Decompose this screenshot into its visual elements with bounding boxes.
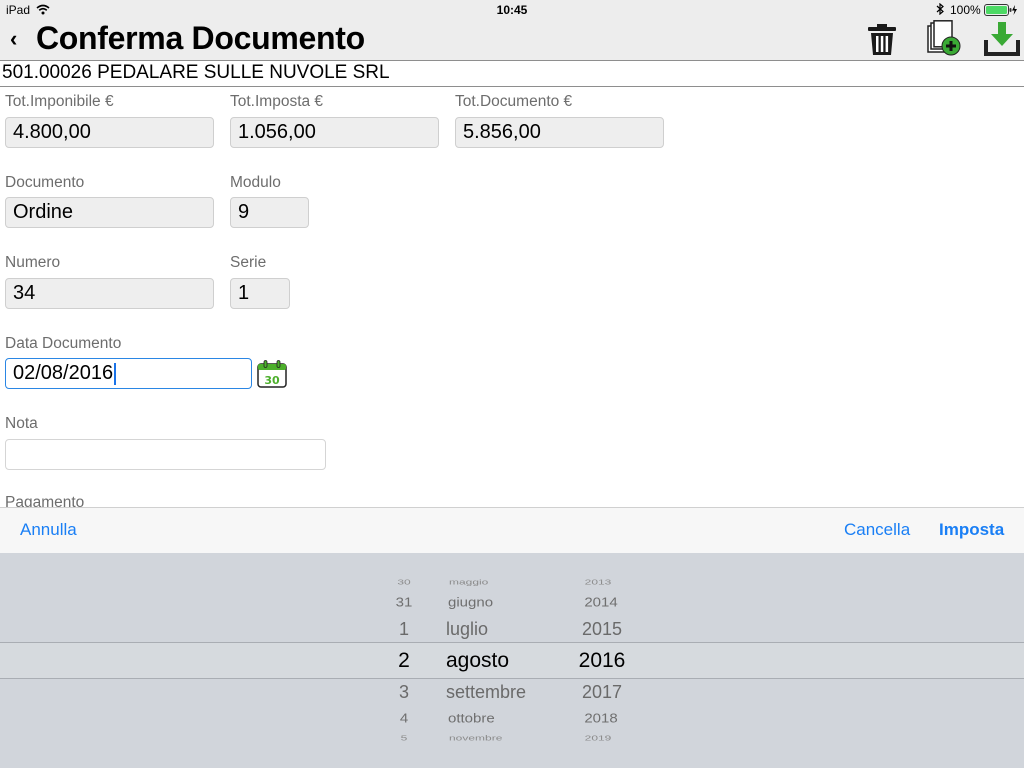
- imposta-button[interactable]: Imposta: [939, 520, 1004, 540]
- picker-year[interactable]: 2014: [561, 595, 641, 609]
- trash-button[interactable]: [864, 21, 900, 57]
- data-documento-field[interactable]: 02/08/2016: [5, 358, 252, 389]
- nota-field[interactable]: [5, 439, 326, 470]
- chevron-left-icon[interactable]: ‹: [10, 26, 17, 52]
- picker-day[interactable]: 31: [360, 595, 448, 609]
- serie-label: Serie: [230, 254, 267, 271]
- customer-row: 501.00026 PEDALARE SULLE NUVOLE SRL: [0, 61, 1024, 87]
- status-time: 10:45: [496, 3, 528, 17]
- add-document-button[interactable]: [924, 20, 964, 58]
- picker-month[interactable]: settembre: [446, 682, 556, 703]
- picker-day[interactable]: 3: [360, 682, 448, 703]
- add-document-icon: [927, 20, 961, 56]
- picker-year[interactable]: 2013: [558, 578, 638, 586]
- picker-day[interactable]: 5: [360, 734, 448, 742]
- picker-day[interactable]: 30: [360, 578, 448, 586]
- status-bar: iPad 10:45 100%: [0, 0, 1024, 20]
- download-button[interactable]: [982, 20, 1022, 58]
- trash-icon: [868, 24, 896, 55]
- annulla-button[interactable]: Annulla: [20, 520, 77, 540]
- picker-month-selected[interactable]: agosto: [446, 649, 556, 673]
- calendar-icon-text: 30: [264, 374, 280, 387]
- pagamento-label: Pagamento: [5, 494, 85, 507]
- text-caret: [114, 362, 117, 385]
- picker-day[interactable]: 4: [360, 711, 448, 725]
- picker-year[interactable]: 2019: [558, 734, 638, 742]
- bluetooth-icon: [936, 2, 945, 18]
- documento-label: Documento: [5, 174, 85, 191]
- modulo-label: Modulo: [230, 174, 281, 191]
- calendar-button[interactable]: 30: [257, 360, 287, 388]
- cancella-button[interactable]: Cancella: [844, 520, 910, 540]
- picker-day-selected[interactable]: 2: [360, 649, 448, 673]
- download-icon: [984, 22, 1020, 56]
- data-documento-label: Data Documento: [5, 335, 122, 352]
- picker-year-selected[interactable]: 2016: [562, 649, 642, 673]
- picker-year[interactable]: 2015: [562, 619, 642, 640]
- nota-label: Nota: [5, 415, 38, 432]
- page-title: Conferma Documento: [36, 20, 365, 56]
- picker-month[interactable]: maggio: [449, 578, 559, 586]
- tot-documento-field[interactable]: 5.856,00: [455, 117, 664, 148]
- numero-field[interactable]: 34: [5, 278, 214, 309]
- battery-percent: 100%: [950, 3, 981, 17]
- picker-month[interactable]: novembre: [449, 734, 559, 742]
- serie-field[interactable]: 1: [230, 278, 290, 309]
- documento-field[interactable]: Ordine: [5, 197, 214, 228]
- tot-imponibile-field[interactable]: 4.800,00: [5, 117, 214, 148]
- picker-month[interactable]: giugno: [448, 595, 558, 609]
- tot-documento-label: Tot.Documento €: [455, 93, 573, 110]
- data-documento-value: 02/08/2016: [13, 362, 114, 384]
- picker-month[interactable]: ottobre: [448, 711, 558, 725]
- picker-month[interactable]: luglio: [446, 619, 556, 640]
- picker-year[interactable]: 2018: [561, 711, 641, 725]
- picker-year[interactable]: 2017: [562, 682, 642, 703]
- tot-imposta-field[interactable]: 1.056,00: [230, 117, 439, 148]
- tot-imponibile-label: Tot.Imponibile €: [5, 93, 114, 110]
- battery-icon: [984, 4, 1018, 19]
- tot-imposta-label: Tot.Imposta €: [230, 93, 324, 110]
- customer-name: 501.00026 PEDALARE SULLE NUVOLE SRL: [2, 62, 390, 83]
- calendar-icon: 30: [257, 360, 287, 388]
- numero-label: Numero: [5, 254, 61, 271]
- picker-day[interactable]: 1: [360, 619, 448, 640]
- modulo-field[interactable]: 9: [230, 197, 309, 228]
